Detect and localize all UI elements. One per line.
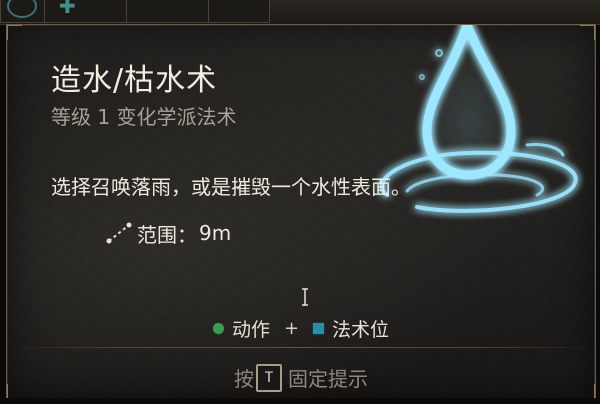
- hint-suffix: 固定提示: [288, 367, 368, 391]
- spell-slot-cost-label: 法术位: [332, 319, 390, 341]
- pin-tooltip-hint: 按 T 固定提示: [7, 363, 595, 392]
- keybind-t[interactable]: T: [256, 363, 282, 392]
- range-row: 范围： 9m: [105, 220, 232, 247]
- spell-title: 造水/枯水术: [51, 63, 218, 98]
- footer-divider: [7, 347, 595, 348]
- action-dot-icon: [212, 323, 224, 334]
- hotbar-slot[interactable]: ✚: [44, 0, 128, 23]
- cross-icon: ✚: [59, 0, 76, 18]
- action-cost-label: 动作: [231, 319, 270, 341]
- hotbar-strip: ✚: [0, 0, 600, 25]
- screen-bottom-edge: [0, 398, 600, 404]
- game-screen: ✚ 造水/枯水术 等级 1 变化学派法术 选择召唤落雨，或是摧毁一个水性表面。 …: [0, 0, 600, 404]
- range-label: 范围：: [137, 222, 197, 247]
- hotbar-slot[interactable]: [208, 0, 270, 23]
- corner-ornament: [7, 25, 22, 40]
- spell-level-school: 等级 1 变化学派法术: [51, 105, 237, 129]
- water-drop-icon: [379, 25, 578, 213]
- text-cursor-icon: [302, 288, 308, 306]
- action-cost-row: 动作 + 法术位: [7, 315, 595, 342]
- hotbar-slot[interactable]: [126, 0, 210, 23]
- range-icon: [106, 222, 132, 244]
- spell-tooltip: 造水/枯水术 等级 1 变化学派法术 选择召唤落雨，或是摧毁一个水性表面。 范围…: [6, 24, 596, 400]
- spell-slot-square-icon: [313, 323, 325, 334]
- hint-prefix: 按: [234, 367, 254, 391]
- plus-separator: +: [283, 318, 300, 339]
- hotbar-slot[interactable]: [0, 0, 46, 23]
- spell-description: 选择召唤落雨，或是摧毁一个水性表面。: [51, 175, 411, 199]
- spell-slot-icon: [7, 0, 37, 18]
- range-value: 9m: [199, 221, 232, 245]
